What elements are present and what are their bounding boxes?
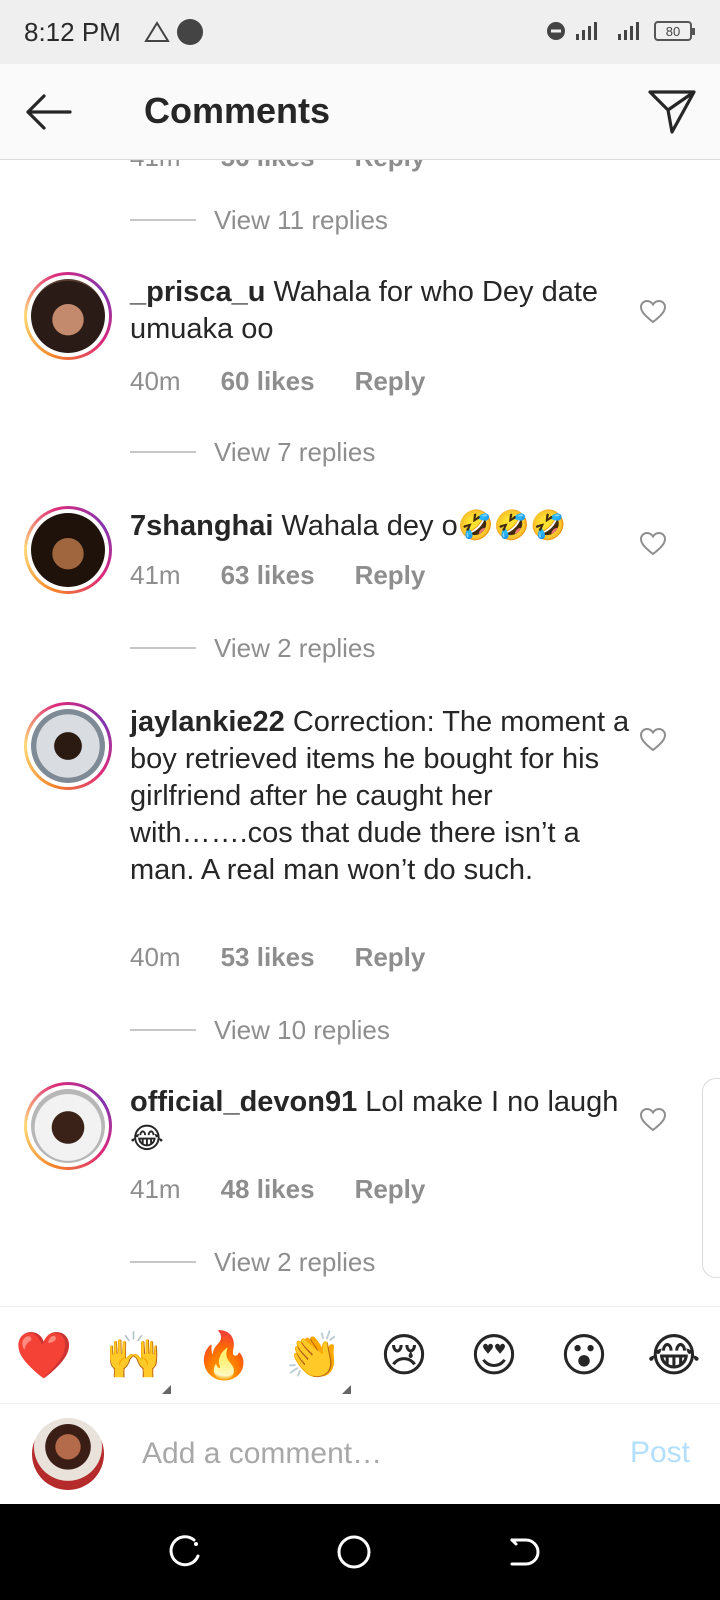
reply-button[interactable]: Reply: [355, 942, 426, 973]
battery-icon: 80: [654, 21, 695, 41]
comment-text: jaylankie22 Correction: The moment a boy…: [130, 704, 630, 889]
emoji-heart-eyes-button[interactable]: 😍: [462, 1327, 526, 1383]
emoji-clapping-hands-button[interactable]: 👏: [282, 1327, 346, 1383]
reply-button[interactable]: Reply: [355, 366, 426, 397]
comment-text: _prisca_u Wahala for who Dey date umuaka…: [130, 274, 630, 348]
reply-button[interactable]: Reply: [355, 560, 426, 591]
comment-composer: Post: [0, 1404, 720, 1504]
comment-time: 40m: [130, 366, 181, 396]
notification-dot-icon: [177, 19, 203, 45]
emoji-tears-of-joy-button[interactable]: 😂: [642, 1327, 706, 1383]
view-replies-label: View 2 replies: [214, 632, 376, 663]
side-panel-handle[interactable]: [702, 1078, 720, 1278]
view-replies-button[interactable]: View 11 replies: [130, 204, 388, 236]
avatar[interactable]: [24, 506, 112, 594]
view-replies-button[interactable]: View 7 replies: [130, 436, 375, 468]
view-replies-label: View 7 replies: [214, 436, 376, 467]
heart-outline-icon: [639, 727, 667, 752]
back-nav-button[interactable]: [502, 1532, 542, 1572]
partial-comment-meta: 41m 56 likes Reply: [130, 160, 425, 173]
view-replies-label: View 11 replies: [214, 204, 388, 235]
avatar[interactable]: [24, 1082, 112, 1170]
view-replies-label: View 2 replies: [214, 1246, 376, 1277]
heart-outline-icon: [639, 1107, 667, 1132]
back-nav-icon: [510, 1538, 540, 1566]
comment-text: 7shanghai Wahala dey o🤣🤣🤣: [130, 508, 630, 545]
comment-meta: 40m 53 likes Reply: [130, 942, 425, 973]
header-bar: Comments: [0, 64, 720, 160]
emoji-surprised-face-button[interactable]: 😮: [552, 1327, 616, 1383]
system-navigation-bar: [0, 1504, 720, 1600]
comment-meta: 41m 63 likes Reply: [130, 560, 425, 591]
comment-username[interactable]: 7shanghai: [130, 510, 273, 542]
comment-text: official_devon91 Lol make I no laugh 😂: [130, 1084, 630, 1158]
comment-meta: 40m 60 likes Reply: [130, 366, 425, 397]
signal-strength-2-icon: [618, 22, 639, 40]
comment-likes[interactable]: 53 likes: [221, 942, 315, 973]
comments-list[interactable]: 41m 56 likes Reply View 11 replies _pris…: [0, 160, 720, 1306]
comment-time: 41m: [130, 160, 181, 173]
divider-line: [130, 219, 196, 221]
warning-triangle-icon: [144, 21, 170, 42]
comment-likes[interactable]: 60 likes: [221, 366, 315, 397]
status-right-icons: 80: [546, 20, 695, 42]
comment-username[interactable]: official_devon91: [130, 1086, 357, 1118]
emoji-raising-hands-button[interactable]: 🙌: [102, 1327, 166, 1383]
comment-content: Wahala dey o🤣🤣🤣: [273, 510, 567, 542]
home-circle-icon: [337, 1535, 371, 1569]
status-time: 8:12 PM: [24, 17, 121, 47]
comment-input[interactable]: [142, 1434, 582, 1474]
heart-outline-icon: [639, 531, 667, 556]
reply-button[interactable]: Reply: [355, 160, 426, 173]
status-notification-icons: [144, 18, 204, 46]
divider-line: [130, 1261, 196, 1263]
view-replies-button[interactable]: View 2 replies: [130, 1246, 375, 1278]
heart-outline-icon: [639, 299, 667, 324]
comment-likes[interactable]: 56 likes: [221, 160, 315, 173]
comment-username[interactable]: _prisca_u: [130, 276, 265, 308]
status-bar: 8:12 PM 80: [0, 0, 720, 64]
recents-button[interactable]: [166, 1532, 206, 1572]
like-button[interactable]: [639, 299, 667, 324]
avatar[interactable]: [24, 702, 112, 790]
like-button[interactable]: [639, 727, 667, 752]
comment-username[interactable]: jaylankie22: [130, 706, 285, 738]
emoji-reaction-bar: ❤️ 🙌 🔥 👏 😢 😍 😮 😂: [0, 1306, 720, 1404]
view-replies-label: View 10 replies: [214, 1014, 390, 1045]
comment-meta: 41m 48 likes Reply: [130, 1174, 425, 1205]
comment-time: 41m: [130, 1174, 181, 1204]
recents-icon: [169, 1535, 200, 1567]
like-button[interactable]: [639, 531, 667, 556]
direct-send-button[interactable]: [646, 86, 698, 138]
avatar[interactable]: [24, 272, 112, 360]
comment-time: 40m: [130, 942, 181, 972]
direct-send-icon: [648, 90, 696, 134]
emoji-heart-button[interactable]: ❤️: [12, 1327, 76, 1383]
emoji-fire-button[interactable]: 🔥: [192, 1327, 256, 1383]
avatar: [32, 1418, 104, 1490]
view-replies-button[interactable]: View 10 replies: [130, 1014, 390, 1046]
skin-tone-indicator-icon: [342, 1385, 351, 1394]
reply-button[interactable]: Reply: [355, 1174, 426, 1205]
do-not-disturb-icon: [547, 22, 565, 40]
divider-line: [130, 647, 196, 649]
post-button[interactable]: Post: [630, 1436, 690, 1470]
emoji-crying-face-button[interactable]: 😢: [372, 1327, 436, 1383]
comment-likes[interactable]: 63 likes: [221, 560, 315, 591]
comment-time: 41m: [130, 560, 181, 590]
view-replies-button[interactable]: View 2 replies: [130, 632, 375, 664]
like-button[interactable]: [639, 1107, 667, 1132]
signal-strength-icon: [576, 22, 597, 40]
divider-line: [130, 451, 196, 453]
home-button[interactable]: [334, 1532, 374, 1572]
divider-line: [130, 1029, 196, 1031]
back-button[interactable]: [22, 88, 74, 136]
comment-likes[interactable]: 48 likes: [221, 1174, 315, 1205]
page-title: Comments: [144, 90, 331, 131]
back-arrow-icon: [26, 94, 72, 130]
skin-tone-indicator-icon: [162, 1385, 171, 1394]
